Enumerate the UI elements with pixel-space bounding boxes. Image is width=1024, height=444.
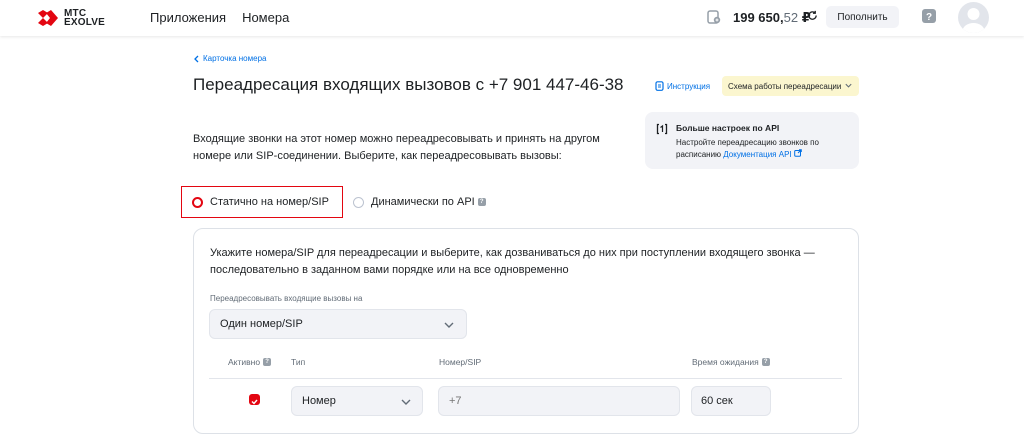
- forward-mode-radio-group: Статично на номер/SIP Динамически по API…: [181, 186, 486, 218]
- api-card-text: Настройте переадресацию звонков по распи…: [676, 137, 856, 161]
- api-card-title: Больше настроек по API: [676, 123, 780, 133]
- api-card: Больше настроек по API Настройте переадр…: [645, 112, 859, 169]
- forward-target-select[interactable]: Один номер/SIP: [209, 309, 467, 339]
- wait-time-input[interactable]: 60 сек: [691, 386, 771, 416]
- instruction-link[interactable]: Инструкция: [655, 81, 710, 91]
- col-wait: Время ожидания ?: [692, 357, 770, 367]
- api-docs-label: Документация API: [723, 150, 792, 159]
- svg-text:?: ?: [926, 12, 932, 23]
- wallet-icon: [707, 10, 721, 24]
- radio-static-circle: [192, 196, 203, 208]
- balance-main: 199 650,: [733, 10, 784, 25]
- nav-numbers[interactable]: Номера: [242, 10, 289, 25]
- radio-static[interactable]: Статично на номер/SIP: [181, 186, 343, 218]
- breadcrumb-label: Карточка номера: [203, 54, 267, 63]
- user-icon: [962, 8, 985, 33]
- chevron-down-icon: [444, 322, 454, 328]
- nav-apps[interactable]: Приложения: [150, 10, 226, 25]
- col-number: Номер/SIP: [439, 357, 481, 367]
- radio-dynamic-circle: [353, 196, 364, 208]
- avatar[interactable]: [958, 2, 989, 33]
- radio-dynamic[interactable]: Динамически по API ?: [353, 186, 486, 218]
- number-input[interactable]: [438, 386, 680, 416]
- api-icon: [656, 123, 668, 135]
- document-icon: [655, 81, 664, 91]
- external-link-icon: [794, 149, 802, 157]
- logo-line2: EXOLVE: [64, 17, 106, 28]
- chevron-down-icon: [845, 83, 852, 88]
- col-number-label: Номер/SIP: [439, 357, 482, 367]
- balance-cents: 52: [783, 10, 799, 25]
- help-icon[interactable]: ?: [761, 358, 770, 366]
- col-type-label: Тип: [291, 357, 306, 367]
- help-icon[interactable]: ?: [922, 9, 936, 23]
- check-icon: [251, 399, 258, 405]
- refresh-icon[interactable]: [807, 10, 818, 21]
- help-icon[interactable]: ?: [477, 198, 486, 206]
- wait-time-value: 60 сек: [701, 395, 733, 407]
- forward-label: Переадресовывать входящие вызовы на: [210, 294, 363, 303]
- panel-description: Укажите номера/SIP для переадресации и в…: [210, 247, 815, 276]
- chevron-down-icon: [401, 399, 411, 405]
- scheme-label: Схема работы переадресации: [728, 81, 842, 91]
- col-active-label: Активно: [228, 357, 261, 367]
- instruction-label: Инструкция: [667, 81, 711, 91]
- active-checkbox[interactable]: [249, 394, 260, 405]
- topup-button[interactable]: Пополнить: [826, 6, 899, 28]
- table-divider: [209, 378, 842, 379]
- scheme-dropdown[interactable]: Схема работы переадресации: [722, 76, 859, 96]
- intro-description: Входящие звонки на этот номер можно пере…: [193, 133, 600, 162]
- radio-static-label: Статично на номер/SIP: [210, 196, 329, 208]
- logo-text: МТС EXOLVE: [64, 9, 106, 28]
- page-title: Переадресация входящих вызовов с +7 901 …: [193, 75, 624, 94]
- type-select[interactable]: Номер: [291, 386, 423, 416]
- type-value: Номер: [302, 395, 336, 407]
- top-bar: МТС EXOLVE Приложения Номера 199 650,52 …: [0, 0, 1024, 36]
- radio-dynamic-label: Динамически по API: [371, 196, 475, 208]
- api-docs-link[interactable]: Документация API: [723, 149, 802, 159]
- col-type: Тип: [291, 357, 305, 367]
- col-wait-label: Время ожидания: [692, 357, 759, 367]
- static-forward-panel: Укажите номера/SIP для переадресации и в…: [193, 228, 859, 434]
- breadcrumb[interactable]: Карточка номера: [193, 54, 266, 63]
- balance: 199 650,52 ₽: [733, 10, 811, 26]
- forward-target-value: Один номер/SIP: [220, 318, 303, 330]
- logo[interactable]: МТС EXOLVE: [38, 9, 106, 28]
- mts-logo-icon: [38, 10, 58, 26]
- chevron-left-icon: [194, 55, 199, 62]
- col-active: Активно ?: [228, 357, 272, 367]
- help-icon[interactable]: ?: [263, 358, 272, 366]
- main-nav: Приложения Номера: [150, 10, 289, 25]
